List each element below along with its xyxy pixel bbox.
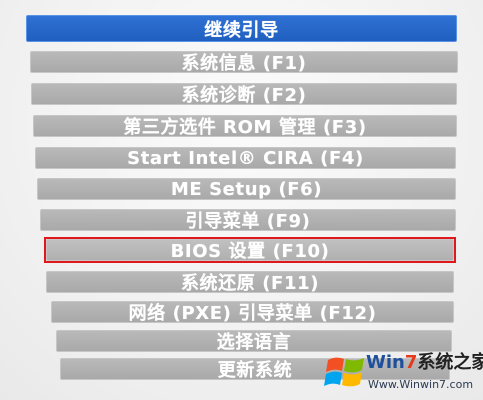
menu-item-continue-boot[interactable]: 继续引导 (26, 15, 457, 42)
menu-item-bios-setup[interactable]: BIOS 设置 (F10) (46, 239, 454, 261)
menu-item-label: 系统诊断 (F2) (181, 85, 307, 105)
menu-item-label: 选择语言 (216, 332, 292, 352)
menu-item-system-recovery[interactable]: 系统还原 (F11) (46, 271, 454, 293)
menu-item-label: BIOS 设置 (F10) (170, 241, 330, 261)
menu-item-label: 第三方选件 ROM 管理 (F3) (123, 117, 367, 137)
menu-item-system-info[interactable]: 系统信息 (F1) (30, 51, 458, 73)
menu-item-system-diagnostics[interactable]: 系统诊断 (F2) (31, 83, 457, 105)
menu-item-boot-menu[interactable]: 引导菜单 (F9) (40, 209, 456, 231)
menu-item-label: ME Setup (F6) (170, 178, 323, 200)
menu-item-option-rom-management[interactable]: 第三方选件 ROM 管理 (F3) (33, 115, 457, 137)
menu-item-update-system[interactable]: 更新系统 (60, 358, 450, 380)
menu-item-label: Start Intel® CIRA (F4) (127, 147, 364, 169)
screen: 继续引导 系统信息 (F1) 系统诊断 (F2) 第三方选件 ROM 管理 (F… (0, 0, 483, 400)
boot-menu: 继续引导 系统信息 (F1) 系统诊断 (F2) 第三方选件 ROM 管理 (F… (0, 0, 483, 400)
menu-item-me-setup[interactable]: ME Setup (F6) (37, 178, 456, 200)
menu-item-label: 系统还原 (F11) (180, 273, 320, 293)
menu-item-network-boot-menu[interactable]: 网络 (PXE) 引导菜单 (F12) (51, 301, 454, 323)
menu-item-label: 系统信息 (F1) (181, 53, 307, 73)
menu-item-start-intel-cira[interactable]: Start Intel® CIRA (F4) (35, 147, 456, 169)
menu-item-select-language[interactable]: 选择语言 (56, 330, 452, 352)
menu-item-label: 网络 (PXE) 引导菜单 (F12) (128, 303, 377, 323)
menu-item-label: 引导菜单 (F9) (185, 211, 311, 231)
menu-item-label: 继续引导 (204, 19, 279, 41)
menu-item-label: 更新系统 (217, 360, 293, 380)
